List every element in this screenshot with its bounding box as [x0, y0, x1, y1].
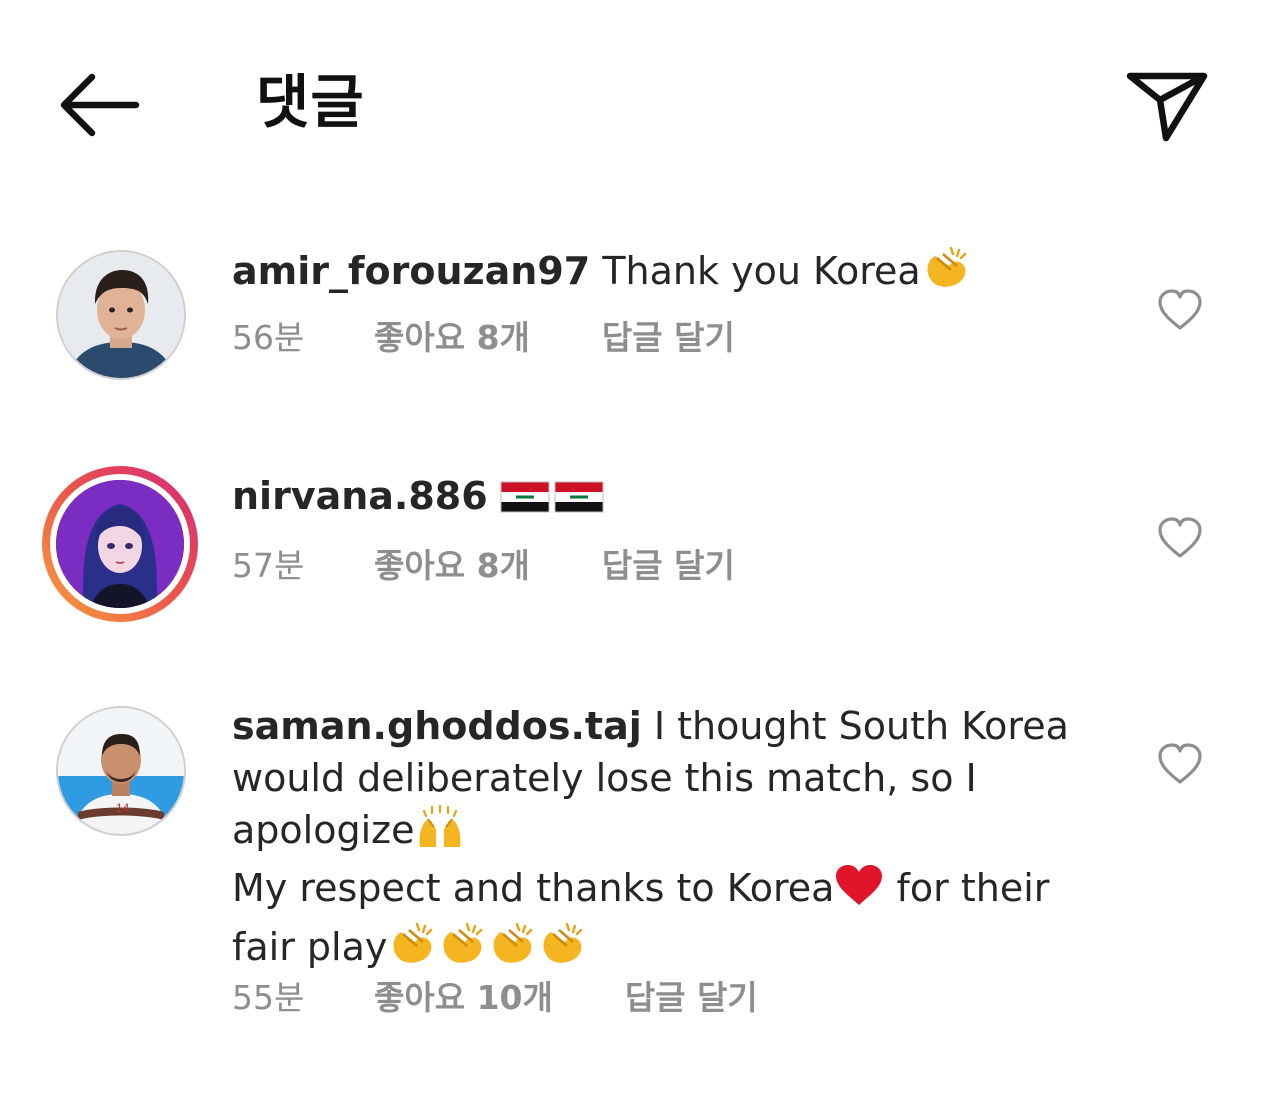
iraq-flag-emoji	[554, 476, 604, 528]
comment-time: 55분	[232, 978, 305, 1017]
avatar[interactable]: 14	[56, 706, 186, 836]
heart-icon	[1158, 289, 1202, 330]
reply-button[interactable]: 답글 달기	[602, 316, 735, 360]
heart-icon	[1158, 743, 1202, 784]
reply-button[interactable]: 답글 달기	[625, 976, 758, 1020]
share-button[interactable]	[1120, 64, 1216, 150]
arrow-left-icon	[60, 73, 140, 137]
like-button[interactable]	[1156, 516, 1204, 560]
comment-username[interactable]: amir_forouzan97	[232, 249, 590, 293]
profile-photo	[58, 252, 184, 378]
red-heart-emoji	[834, 863, 884, 920]
comment-text: Thank you Korea	[590, 249, 921, 293]
profile-photo	[56, 480, 184, 608]
comment-item: amir_forouzan97 Thank you Korea 56분 좋아요 8…	[0, 240, 1280, 400]
clapping-hands-emoji	[387, 920, 437, 979]
likes-count-link[interactable]: 좋아요 8개	[374, 544, 530, 588]
back-button[interactable]	[52, 64, 148, 146]
likes-count-link[interactable]: 좋아요 8개	[374, 316, 530, 360]
like-button[interactable]	[1156, 742, 1204, 786]
profile-photo: 14	[58, 708, 184, 834]
like-button[interactable]	[1156, 288, 1204, 332]
comment-time: 57분	[232, 546, 305, 585]
header-bar: 댓글	[0, 0, 1280, 190]
likes-count-link[interactable]: 좋아요 10개	[374, 976, 553, 1020]
comment-body: saman.ghoddos.taj I thought South Korea …	[232, 700, 1112, 979]
avatar[interactable]	[56, 250, 186, 380]
iraq-flag-emoji	[500, 476, 550, 528]
comment-meta: 56분 좋아요 8개 답글 달기	[232, 316, 735, 360]
comment-item: 14 saman.ghoddos.taj I thought South Kor…	[0, 700, 1280, 1040]
comment-item: nirvana.886 57분 좋아요 8개 답글 달기	[0, 466, 1280, 626]
svg-text:14: 14	[116, 801, 130, 815]
paper-plane-icon	[1126, 72, 1208, 142]
comment-body: nirvana.886	[232, 470, 1112, 528]
comment-username[interactable]: nirvana.886	[232, 474, 488, 518]
heart-icon	[1158, 517, 1202, 558]
page-title: 댓글	[256, 68, 365, 136]
clapping-hands-emoji	[487, 920, 537, 979]
comment-body: amir_forouzan97 Thank you Korea	[232, 244, 1112, 303]
comment-time: 56분	[232, 318, 305, 357]
clapping-hands-emoji	[537, 920, 587, 979]
clapping-hands-emoji	[921, 244, 971, 303]
comment-meta: 55분 좋아요 10개 답글 달기	[232, 976, 758, 1020]
raising-hands-emoji	[414, 804, 466, 862]
comment-meta: 57분 좋아요 8개 답글 달기	[232, 544, 735, 588]
clapping-hands-emoji	[437, 920, 487, 979]
comment-username[interactable]: saman.ghoddos.taj	[232, 704, 642, 748]
reply-button[interactable]: 답글 달기	[602, 544, 735, 588]
avatar-story-ring[interactable]	[42, 466, 198, 622]
